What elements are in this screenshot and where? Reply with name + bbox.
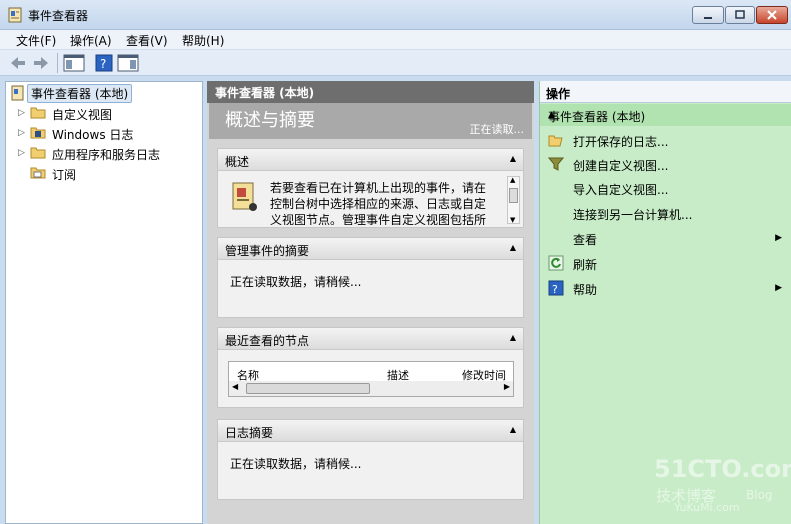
action-label: 连接到另一台计算机... <box>573 208 693 222</box>
scroll-left-icon[interactable]: ◀ <box>232 382 238 391</box>
loading-status: 正在读取... <box>469 123 525 136</box>
show-hide-console-tree-icon[interactable] <box>63 54 85 72</box>
forward-arrow-icon[interactable] <box>32 54 50 72</box>
section-header[interactable]: 最近查看的节点 ▲ <box>218 328 523 350</box>
action-view[interactable]: 查看 ▶ <box>540 227 791 249</box>
event-viewer-icon <box>11 85 25 104</box>
menu-file[interactable]: 文件(F) <box>16 32 56 49</box>
section-header[interactable]: 日志摘要 ▲ <box>218 420 523 442</box>
console-tree: 事件查看器 (本地) ▷ 自定义视图 ▷ Windows 日志 ▷ 应用程序和服… <box>5 81 203 524</box>
collapse-icon[interactable]: ▲ <box>510 333 516 342</box>
back-arrow-icon[interactable] <box>9 54 27 72</box>
loading-text: 正在读取数据，请稍候... <box>230 275 362 289</box>
window-title: 事件查看器 <box>28 9 89 23</box>
refresh-icon <box>548 255 564 271</box>
action-help[interactable]: ? 帮助 ▶ <box>540 277 791 299</box>
scroll-right-icon[interactable]: ▶ <box>504 382 510 391</box>
action-connect-another-computer[interactable]: 连接到另一台计算机... <box>540 202 791 224</box>
scroll-thumb[interactable] <box>246 383 370 394</box>
section-title: 日志摘要 <box>225 426 274 440</box>
section-title: 概述 <box>225 155 250 169</box>
action-pane-header: 操作 <box>540 81 791 103</box>
center-pane: 事件查看器 (本地) 概述与摘要 正在读取... 概述 ▲ 若要查看已在计算机上… <box>207 81 534 524</box>
action-pane: 操作 事件查看器 (本地) ▲ 打开保存的日志... 创建自定义视图... 导入… <box>539 81 791 524</box>
expand-icon[interactable]: ▷ <box>18 108 25 118</box>
scroll-thumb[interactable] <box>509 188 518 203</box>
scroll-down-icon[interactable]: ▼ <box>510 216 515 224</box>
tree-root[interactable]: 事件查看器 (本地) <box>10 84 200 104</box>
collapse-icon[interactable]: ▲ <box>510 243 516 252</box>
action-label: 导入自定义视图... <box>573 183 669 197</box>
toolbar: ? <box>0 50 791 76</box>
action-label: 创建自定义视图... <box>573 159 669 173</box>
subscriptions-icon <box>30 165 46 182</box>
action-create-custom-view[interactable]: 创建自定义视图... <box>540 153 791 175</box>
svg-text:?: ? <box>552 283 558 296</box>
overview-scrollbar[interactable]: ▲ ▼ <box>507 176 520 224</box>
menu-view[interactable]: 查看(V) <box>126 32 168 49</box>
help-icon[interactable]: ? <box>95 54 113 72</box>
center-header: 事件查看器 (本地) <box>207 81 534 103</box>
action-open-saved-log[interactable]: 打开保存的日志... <box>540 129 791 151</box>
event-viewer-icon <box>8 7 23 23</box>
recent-nodes-table: 名称 描述 修改时间 ◀ ▶ <box>228 361 514 397</box>
folder-icon <box>30 105 46 122</box>
filter-icon <box>547 156 565 172</box>
loading-text: 正在读取数据，请稍候... <box>230 457 362 471</box>
event-log-illustration-icon <box>230 181 260 216</box>
menu-action[interactable]: 操作(A) <box>70 32 112 49</box>
overview-text: 若要查看已在计算机上出现的事件，请在控制台树中选择相应的来源、日志或自定义视图节… <box>270 181 487 225</box>
tree-item-label: 应用程序和服务日志 <box>52 148 161 162</box>
overview-banner: 概述与摘要 正在读取... <box>209 103 532 139</box>
menu-bar: 文件(F) 操作(A) 查看(V) 帮助(H) <box>0 30 791 50</box>
collapse-icon[interactable]: ▲ <box>510 154 516 163</box>
open-folder-icon <box>548 132 564 148</box>
collapse-icon[interactable]: ▲ <box>548 110 782 120</box>
tree-item-label: Windows 日志 <box>52 128 134 142</box>
overview-section: 概述 ▲ 若要查看已在计算机上出现的事件，请在控制台树中选择相应的来源、日志或自… <box>217 148 524 228</box>
help-icon: ? <box>548 280 564 296</box>
page-title: 概述与摘要 <box>225 110 315 131</box>
center-header-title: 事件查看器 (本地) <box>215 86 315 100</box>
submenu-arrow-icon: ▶ <box>775 233 782 243</box>
action-label: 刷新 <box>573 258 598 272</box>
tree-root-label: 事件查看器 (本地) <box>27 84 133 103</box>
maximize-button[interactable] <box>725 6 755 24</box>
title-bar: 事件查看器 <box>0 0 791 30</box>
minimize-button[interactable] <box>692 6 724 24</box>
submenu-arrow-icon: ▶ <box>775 283 782 293</box>
expand-icon[interactable]: ▷ <box>18 148 25 158</box>
tree-item-subscriptions[interactable]: 订阅 <box>16 164 196 182</box>
action-label: 查看 <box>573 233 598 247</box>
tree-item-custom-views[interactable]: ▷ 自定义视图 <box>16 104 196 122</box>
folder-icon <box>30 145 46 162</box>
toolbar-separator <box>57 53 58 73</box>
collapse-icon[interactable]: ▲ <box>510 425 516 434</box>
menu-help[interactable]: 帮助(H) <box>182 32 224 49</box>
action-pane-title: 操作 <box>546 87 571 101</box>
action-group-header[interactable]: 事件查看器 (本地) ▲ <box>540 104 791 126</box>
action-label: 帮助 <box>573 283 598 297</box>
tree-item-label: 订阅 <box>52 168 77 182</box>
section-header[interactable]: 管理事件的摘要 ▲ <box>218 238 523 260</box>
section-header[interactable]: 概述 ▲ <box>218 149 523 171</box>
tree-item-label: 自定义视图 <box>52 108 113 122</box>
expand-icon[interactable]: ▷ <box>18 128 25 138</box>
scroll-up-icon[interactable]: ▲ <box>510 176 515 184</box>
admin-events-summary-section: 管理事件的摘要 ▲ 正在读取数据，请稍候... <box>217 237 524 318</box>
horizontal-scrollbar[interactable]: ◀ ▶ <box>229 381 513 396</box>
recent-nodes-section: 最近查看的节点 ▲ 名称 描述 修改时间 ◀ ▶ <box>217 327 524 408</box>
windows-logs-icon <box>30 125 46 142</box>
section-title: 最近查看的节点 <box>225 334 310 348</box>
log-summary-section: 日志摘要 ▲ 正在读取数据，请稍候... <box>217 419 524 500</box>
action-label: 打开保存的日志... <box>573 135 669 149</box>
section-title: 管理事件的摘要 <box>225 244 310 258</box>
tree-item-windows-logs[interactable]: ▷ Windows 日志 <box>16 124 196 142</box>
svg-text:?: ? <box>100 57 106 71</box>
show-hide-action-pane-icon[interactable] <box>117 54 139 72</box>
close-button[interactable] <box>756 6 788 24</box>
action-refresh[interactable]: 刷新 <box>540 252 791 274</box>
tree-item-app-service-logs[interactable]: ▷ 应用程序和服务日志 <box>16 144 196 162</box>
action-import-custom-view[interactable]: 导入自定义视图... <box>540 177 791 199</box>
